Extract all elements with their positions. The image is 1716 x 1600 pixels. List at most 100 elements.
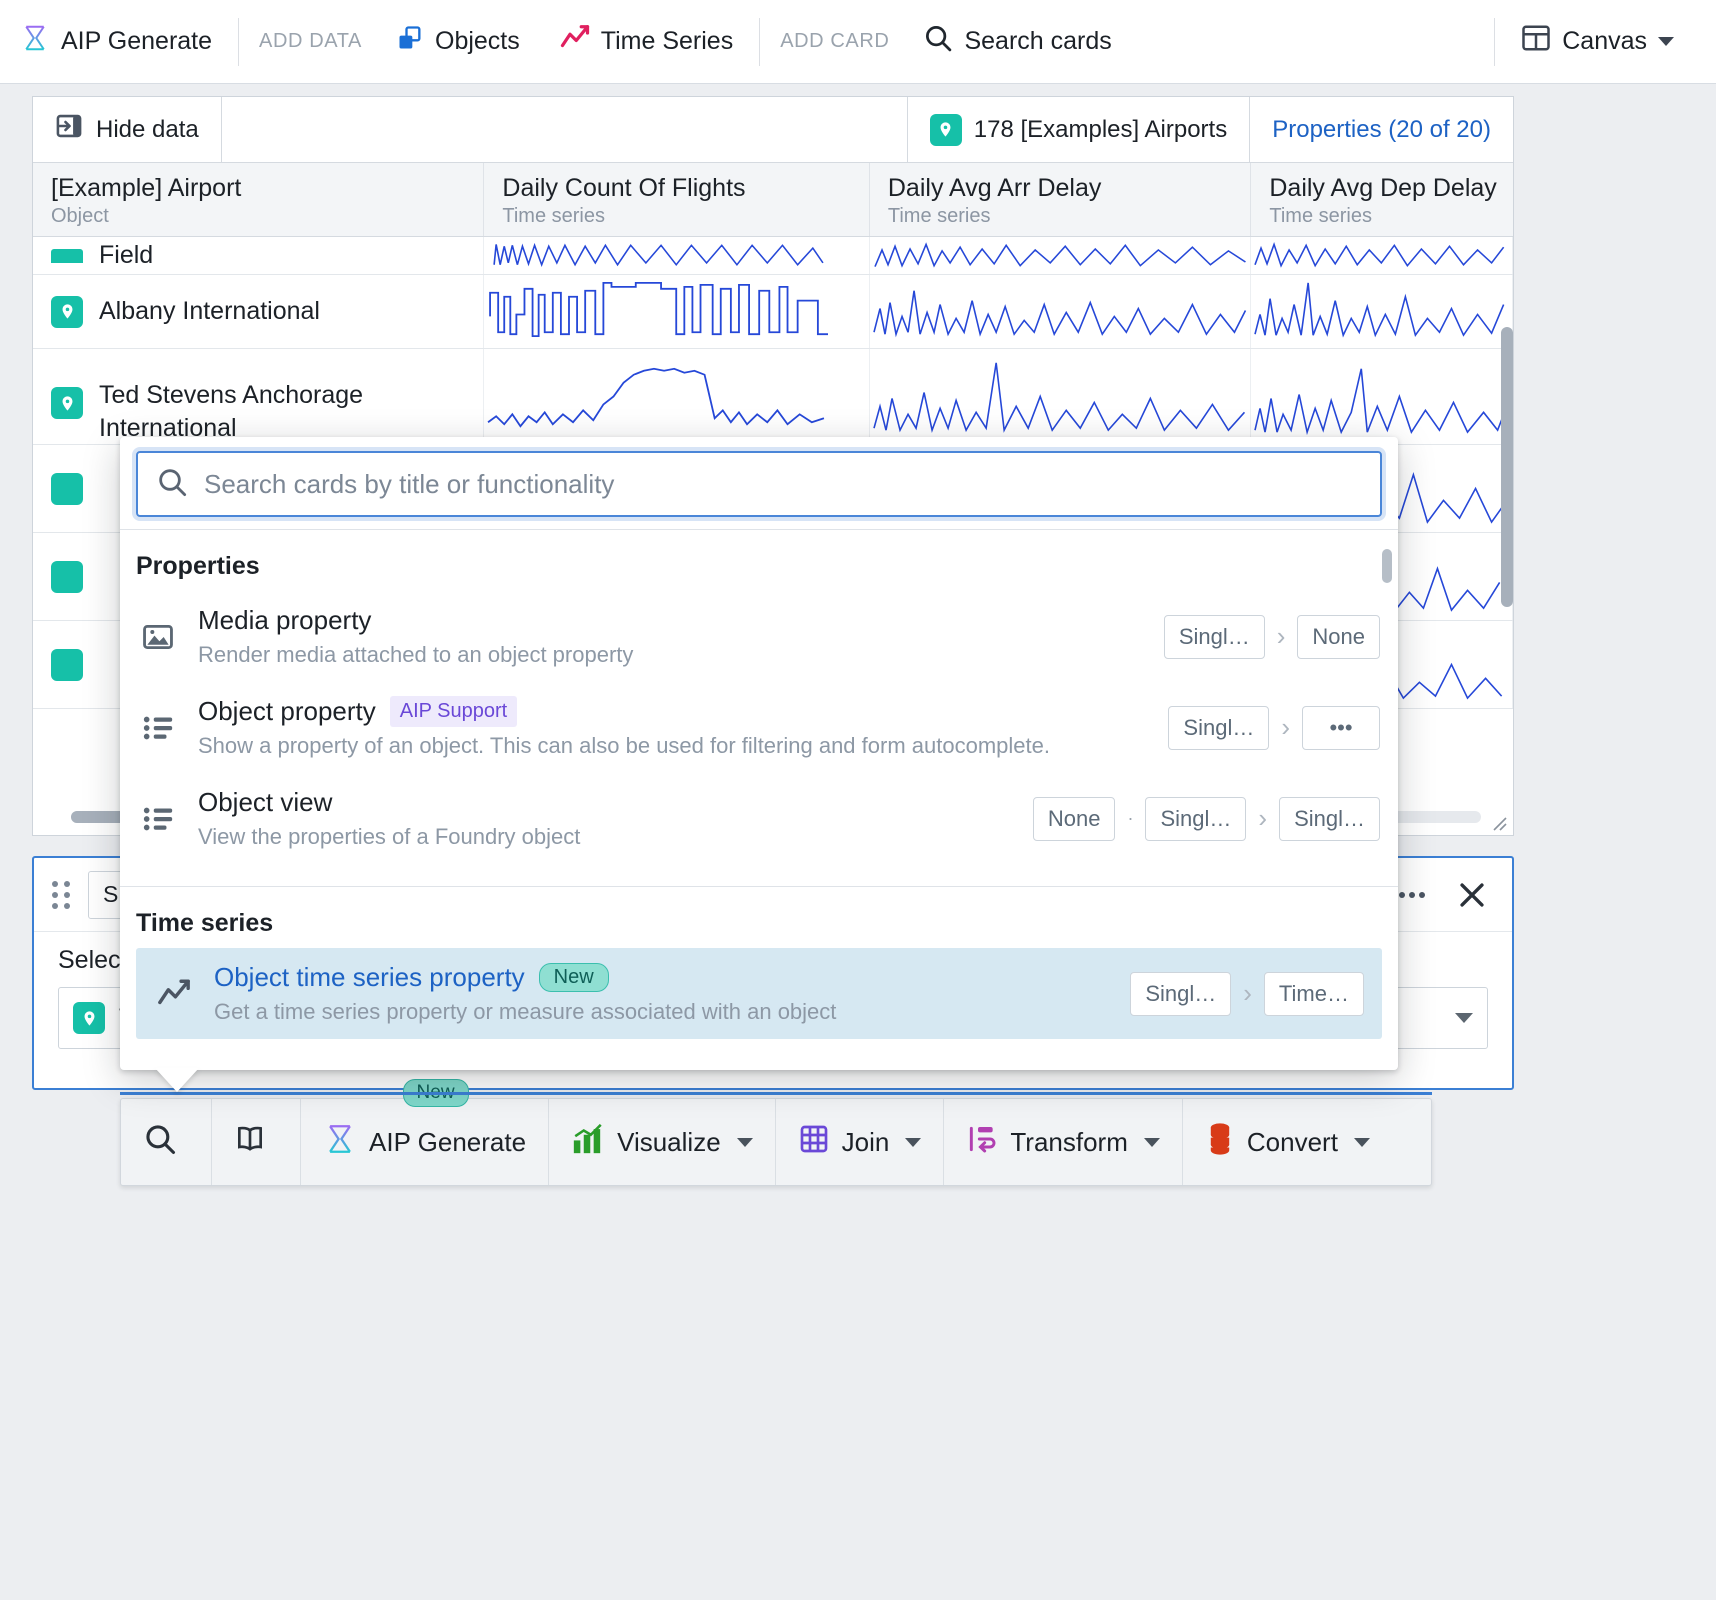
pill-none-type[interactable]: None xyxy=(1032,796,1116,841)
object-count-button[interactable]: 178 [Examples] Airports xyxy=(906,97,1249,162)
pill-input-type[interactable]: Singl… xyxy=(1145,796,1247,841)
pill-output-type[interactable]: None xyxy=(1297,614,1380,659)
pill-input-type[interactable]: Singl… xyxy=(1168,705,1270,750)
option-body: Media property Render media attached to … xyxy=(198,605,1146,668)
location-pin-icon xyxy=(51,248,83,263)
toolbar-aip-generate-button[interactable]: New AIP Generate xyxy=(301,1079,550,1185)
book-icon xyxy=(234,1123,266,1162)
toolbar-join-label: Join xyxy=(841,1126,890,1157)
toolbar-search-button[interactable] xyxy=(121,1099,212,1185)
canvas-menu[interactable]: Canvas xyxy=(1501,14,1694,70)
add-card-label: ADD CARD xyxy=(780,30,890,52)
sparkline-chart xyxy=(1254,282,1505,338)
resize-handle[interactable] xyxy=(1489,813,1507,831)
option-pills: Singl… › Time… xyxy=(1130,971,1364,1016)
transform-icon xyxy=(966,1123,998,1162)
aip-generate-button[interactable]: AIP Generate xyxy=(0,14,232,70)
table-toolbar: Hide data 178 [Examples] Airports Proper… xyxy=(33,97,1513,163)
toolbar-library-button[interactable] xyxy=(212,1099,301,1185)
pill-input-type[interactable]: Singl… xyxy=(1130,971,1232,1016)
sparkline-cell xyxy=(870,349,1252,444)
time-series-button[interactable]: Time Series xyxy=(540,14,753,70)
location-pin-icon xyxy=(51,295,83,328)
hide-data-button[interactable]: Hide data xyxy=(33,97,222,162)
column-header-daily-avg-arr-delay[interactable]: Daily Avg Arr Delay Time series xyxy=(870,163,1252,236)
option-title-row: Media property xyxy=(198,605,1146,636)
toolbar-transform-label: Transform xyxy=(1010,1126,1128,1157)
toolbar-visualize-button[interactable]: Visualize xyxy=(549,1099,776,1185)
sparkline-cell xyxy=(870,237,1252,274)
divider xyxy=(238,17,240,66)
canvas-label: Canvas xyxy=(1562,27,1647,55)
option-desc: Render media attached to an object prope… xyxy=(198,642,634,667)
table-row[interactable]: Field xyxy=(33,237,1513,275)
divider xyxy=(1494,17,1496,66)
vertical-scrollbar-thumb[interactable] xyxy=(1501,327,1513,607)
new-badge: New xyxy=(538,963,609,992)
chevron-down-icon xyxy=(1658,37,1674,46)
drag-handle-icon[interactable] xyxy=(52,880,72,909)
column-subtitle: Time series xyxy=(887,205,991,227)
chevron-down-icon xyxy=(1143,1137,1160,1147)
option-desc: View the properties of a Foundry object xyxy=(198,824,581,849)
card-title-value: S xyxy=(103,881,119,907)
option-pills: Singl… › ••• xyxy=(1168,705,1380,750)
option-object-property[interactable]: Object property AIP Support Show a prope… xyxy=(120,682,1398,773)
column-header-daily-avg-dep-delay[interactable]: Daily Avg Dep Delay Time series xyxy=(1251,163,1513,236)
section-title-time-series: Time series xyxy=(136,909,274,937)
column-header-airport[interactable]: [Example] Airport Object xyxy=(33,163,485,236)
option-object-view[interactable]: Object view View the properties of a Fou… xyxy=(120,773,1398,864)
option-object-time-series-property[interactable]: Object time series property New Get a ti… xyxy=(136,948,1382,1039)
option-pills: None · Singl… › Singl… xyxy=(1032,796,1380,841)
popover-search-box[interactable]: Search cards by title or functionality xyxy=(136,451,1382,517)
toolbar-transform-button[interactable]: Transform xyxy=(944,1099,1183,1185)
sparkline-chart xyxy=(489,282,829,338)
column-subtitle: Object xyxy=(51,205,109,227)
aip-icon xyxy=(323,1122,357,1163)
pill-input-type[interactable]: Singl… xyxy=(1163,614,1265,659)
table-row[interactable]: Ted Stevens Anchorage International xyxy=(33,349,1513,445)
canvas-icon xyxy=(1521,24,1551,59)
option-title-row: Object view xyxy=(198,787,1015,818)
location-pin-icon xyxy=(51,387,83,419)
objects-icon xyxy=(396,24,424,59)
bottom-action-toolbar: New AIP Generate Visualize Join Transfor… xyxy=(120,1079,1432,1186)
column-title: Daily Count Of Flights xyxy=(502,174,746,202)
search-cards-label: Search cards xyxy=(964,27,1112,55)
popover-scrollbar-thumb[interactable] xyxy=(1382,549,1392,583)
dot-separator-icon: · xyxy=(1127,808,1134,828)
pill-output-type[interactable]: ••• xyxy=(1302,705,1380,750)
search-cards-button[interactable]: Search cards xyxy=(903,14,1131,70)
sparkline-cell xyxy=(1251,349,1513,444)
airport-name-cell: Albany International xyxy=(33,275,485,348)
objects-button[interactable]: Objects xyxy=(376,14,540,70)
object-count-label: 178 [Examples] Airports xyxy=(973,115,1228,143)
toolbar-convert-button[interactable]: Convert xyxy=(1183,1099,1392,1185)
aip-icon xyxy=(20,23,50,60)
option-body: Object property AIP Support Show a prope… xyxy=(198,696,1150,759)
close-icon[interactable] xyxy=(1450,873,1494,917)
location-pin-icon xyxy=(51,648,83,681)
option-name: Media property xyxy=(198,605,372,635)
location-pin-icon xyxy=(929,113,962,146)
option-name: Object time series property xyxy=(214,962,525,992)
toolbar-join-button[interactable]: Join xyxy=(776,1099,945,1185)
pill-output-type[interactable]: Singl… xyxy=(1279,796,1380,841)
popover-search-wrap: Search cards by title or functionality xyxy=(120,437,1398,529)
properties-tab[interactable]: Properties (20 of 20) xyxy=(1249,97,1513,162)
image-icon xyxy=(136,620,180,654)
chevron-down-icon xyxy=(736,1137,753,1147)
option-media-property[interactable]: Media property Render media attached to … xyxy=(120,591,1398,682)
sparkline-chart xyxy=(873,290,1247,338)
location-pin-icon xyxy=(51,560,83,593)
location-pin-icon xyxy=(51,472,83,505)
aip-generate-label: AIP Generate xyxy=(61,27,213,55)
column-header-daily-count-of-flights[interactable]: Daily Count Of Flights Time series xyxy=(484,163,870,236)
table-row[interactable]: Albany International xyxy=(33,275,1513,349)
pill-output-type[interactable]: Time… xyxy=(1263,971,1364,1016)
column-title: Daily Avg Dep Delay xyxy=(1269,174,1497,202)
toolbar-aip-generate-label: AIP Generate xyxy=(369,1126,527,1157)
sparkline-chart xyxy=(873,362,1245,434)
chart-icon xyxy=(571,1123,605,1162)
search-icon xyxy=(923,23,953,60)
